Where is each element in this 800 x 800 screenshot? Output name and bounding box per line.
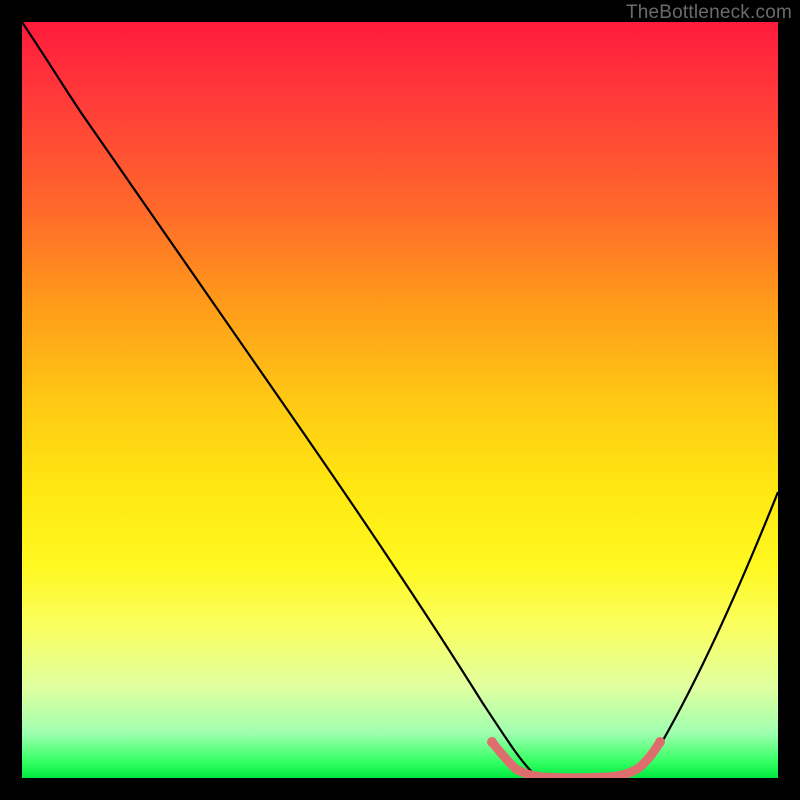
watermark-text: TheBottleneck.com [626,2,792,24]
plot-gradient-background [22,22,778,778]
bottleneck-chart: TheBottleneck.com [0,0,800,800]
